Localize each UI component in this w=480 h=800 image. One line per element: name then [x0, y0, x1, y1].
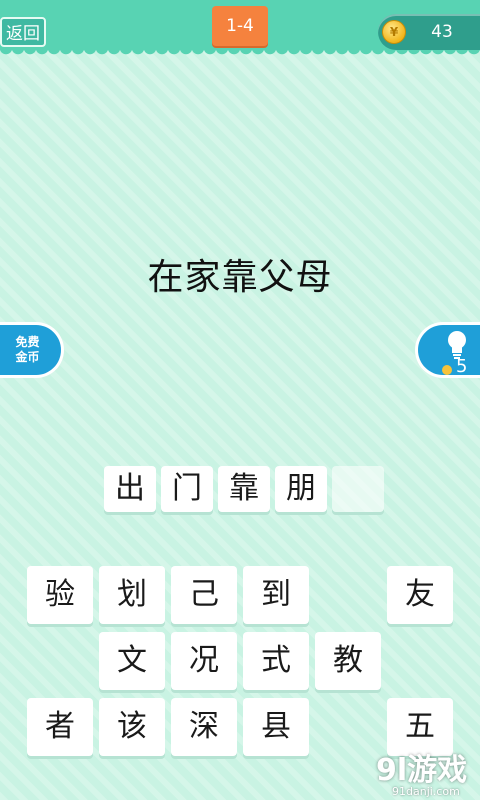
- key-tile[interactable]: 己: [171, 566, 237, 624]
- free-coins-label-2: 金币: [15, 350, 40, 364]
- coin-count: 43: [431, 22, 453, 42]
- key-tile[interactable]: 况: [171, 632, 237, 690]
- back-button[interactable]: 返回: [0, 17, 46, 47]
- key-tile[interactable]: 文: [99, 632, 165, 690]
- free-coins-button[interactable]: 免费 金币: [0, 322, 64, 378]
- answer-slot-5[interactable]: [332, 466, 384, 512]
- key-tile[interactable]: 验: [27, 566, 93, 624]
- key-tile[interactable]: 深: [171, 698, 237, 756]
- coin-icon: ¥: [382, 20, 406, 44]
- watermark-site: 91danji.com: [392, 785, 460, 798]
- answer-slot-4[interactable]: 朋: [275, 466, 327, 512]
- idiom-prompt: 在家靠父母: [147, 257, 333, 298]
- watermark-logo: 9l游戏: [376, 753, 468, 788]
- answer-slot-2[interactable]: 门: [161, 466, 213, 512]
- answer-slot-1[interactable]: 出: [104, 466, 156, 512]
- key-tile[interactable]: 划: [99, 566, 165, 624]
- key-tile[interactable]: 县: [243, 698, 309, 756]
- key-tile[interactable]: 者: [27, 698, 93, 756]
- key-tile[interactable]: 到: [243, 566, 309, 624]
- hint-count: 5: [456, 356, 468, 377]
- coin-counter: ¥ 43: [378, 14, 480, 50]
- free-coins-label-1: 免费: [15, 335, 40, 349]
- hint-button[interactable]: 5: [415, 322, 480, 378]
- key-tile[interactable]: 友: [387, 566, 453, 624]
- key-tile[interactable]: 教: [315, 632, 381, 690]
- coin-dot-icon: [442, 365, 452, 375]
- level-badge: 1-4: [212, 6, 268, 46]
- watermark: 9l游戏 91danji.com: [370, 745, 480, 800]
- key-tile[interactable]: 该: [99, 698, 165, 756]
- key-tile[interactable]: 式: [243, 632, 309, 690]
- answer-slot-3[interactable]: 靠: [218, 466, 270, 512]
